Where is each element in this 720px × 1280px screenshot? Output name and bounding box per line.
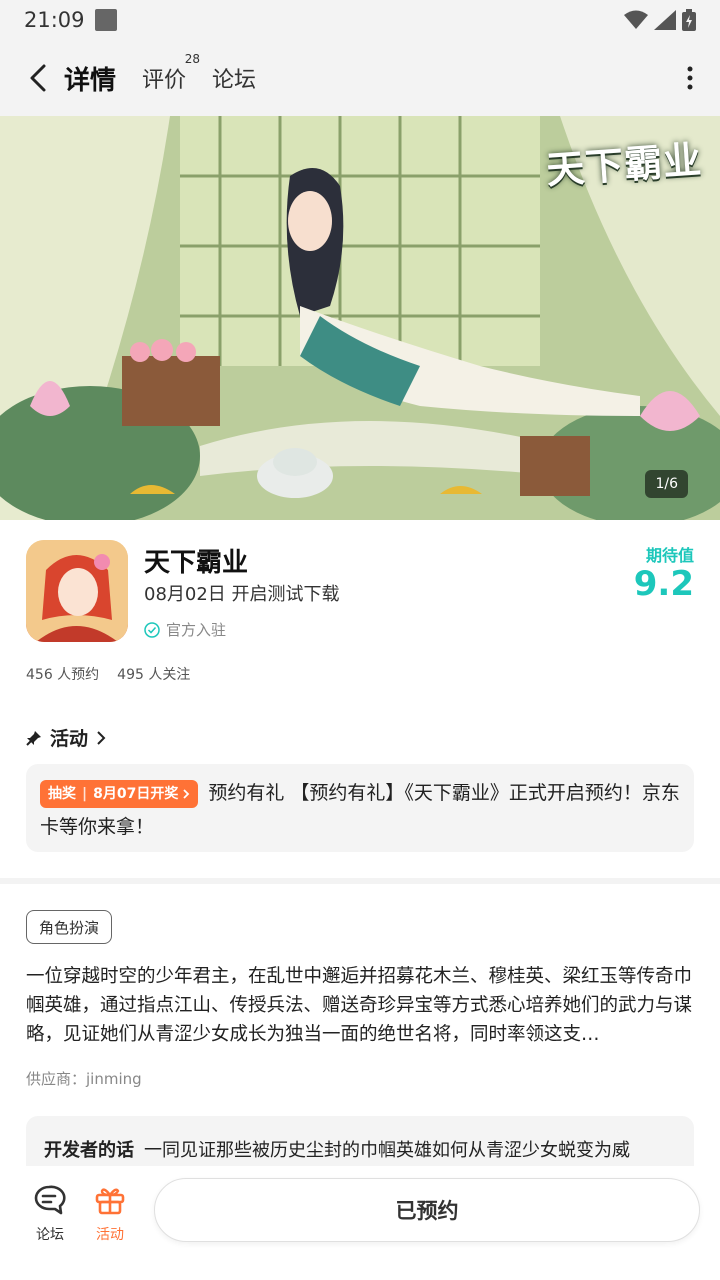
chevron-right-small-icon [183, 788, 190, 799]
status-bar: 21:09 [0, 0, 720, 40]
bottom-tab-forum-label: 论坛 [36, 1227, 64, 1243]
tab-details-label: 详情 [64, 65, 117, 96]
notification-icon [94, 9, 117, 31]
expectation-value: 9.2 [633, 564, 694, 604]
release-date: 08月02日 开启测试下载 [144, 584, 340, 605]
tab-reviews-label: 评价 [142, 68, 187, 93]
lottery-draw-date: 8月07日开奖 [93, 785, 179, 802]
activity-title: 活动 [50, 728, 89, 750]
game-info: 天下霸业 08月02日 开启测试下载 官方入驻 期待值 9.2 [26, 540, 694, 650]
status-time: 21:09 [24, 8, 85, 32]
status-icons [624, 9, 696, 31]
game-title: 天下霸业 [144, 548, 249, 578]
back-arrow-icon [30, 64, 46, 92]
tab-forum-label: 论坛 [212, 68, 257, 93]
game-icon [26, 540, 128, 642]
game-description[interactable]: 一位穿越时空的少年君主，在乱世中邂逅并招募花木兰、穆桂英、梁红玉等传奇巾帼英雄，… [26, 962, 694, 1049]
bottom-tab-forum[interactable]: 论坛 [20, 1184, 80, 1244]
banner-logo: 天下霸业 [544, 136, 704, 193]
wifi-icon [624, 10, 648, 29]
reserved-button[interactable]: 已预约 [154, 1178, 700, 1242]
chevron-right-icon [97, 730, 106, 745]
more-vertical-icon [687, 66, 693, 90]
top-nav: 详情 评价 28 论坛 [0, 40, 720, 116]
lottery-tag: 抽奖 | 8月07日开奖 [40, 779, 199, 808]
developer-note-text: 一同见证那些被历史尘封的巾帼英雄如何从青涩少女蜕变为威 [144, 1140, 630, 1161]
developer-note-card[interactable]: 开发者的话 一同见证那些被历史尘封的巾帼英雄如何从青涩少女蜕变为威 [26, 1116, 694, 1166]
tab-forum[interactable]: 论坛 [212, 62, 256, 94]
verified-check-icon [144, 621, 160, 638]
game-stats: 456 人预约 495 人关注 [26, 664, 190, 684]
expectation-score: 期待值 9.2 [634, 542, 694, 602]
activity-section-header[interactable]: 活动 [26, 724, 106, 751]
supplier-label: 供应商：jinming [26, 1070, 142, 1088]
bottom-tab-activity-label: 活动 [96, 1227, 124, 1243]
bottom-tab-activity[interactable]: 活动 [80, 1184, 140, 1244]
game-icon-art [26, 540, 128, 642]
reviews-count-badge: 28 [184, 52, 201, 66]
gift-icon [95, 1188, 125, 1215]
section-divider [0, 878, 720, 884]
lottery-tag-separator: | [82, 785, 88, 802]
back-button[interactable] [12, 40, 64, 116]
official-label: 官方入驻 [166, 621, 227, 639]
developer-note-label: 开发者的话 [44, 1140, 134, 1161]
battery-icon [682, 9, 696, 31]
official-badge: 官方入驻 [144, 619, 226, 640]
tab-details[interactable]: 详情 [60, 60, 121, 97]
banner-page-counter: 1/6 [645, 470, 688, 498]
genre-tag[interactable]: 角色扮演 [26, 910, 113, 944]
bottom-action-bar: 论坛 活动 已预约 [0, 1166, 720, 1280]
banner-carousel[interactable]: 天下霸业 1/6 [0, 116, 720, 520]
lottery-tag-label: 抽奖 [48, 785, 76, 802]
signal-icon [654, 10, 676, 30]
follower-count: 495 人关注 [117, 667, 191, 683]
reservation-count: 456 人预约 [26, 667, 100, 683]
forum-chat-icon [34, 1185, 66, 1215]
description-text: 一位穿越时空的少年君主，在乱世中邂逅并招募花木兰、穆桂英、梁红玉等传奇巾帼英雄，… [26, 966, 693, 1045]
expectation-label: 期待值 [645, 546, 694, 565]
more-options-button[interactable] [660, 40, 720, 116]
activity-card[interactable]: 抽奖 | 8月07日开奖 预约有礼 【预约有礼】《天下霸业》正式开启预约！京东卡… [26, 764, 694, 852]
pin-icon [26, 730, 41, 746]
tab-reviews[interactable]: 评价 28 [142, 52, 200, 94]
